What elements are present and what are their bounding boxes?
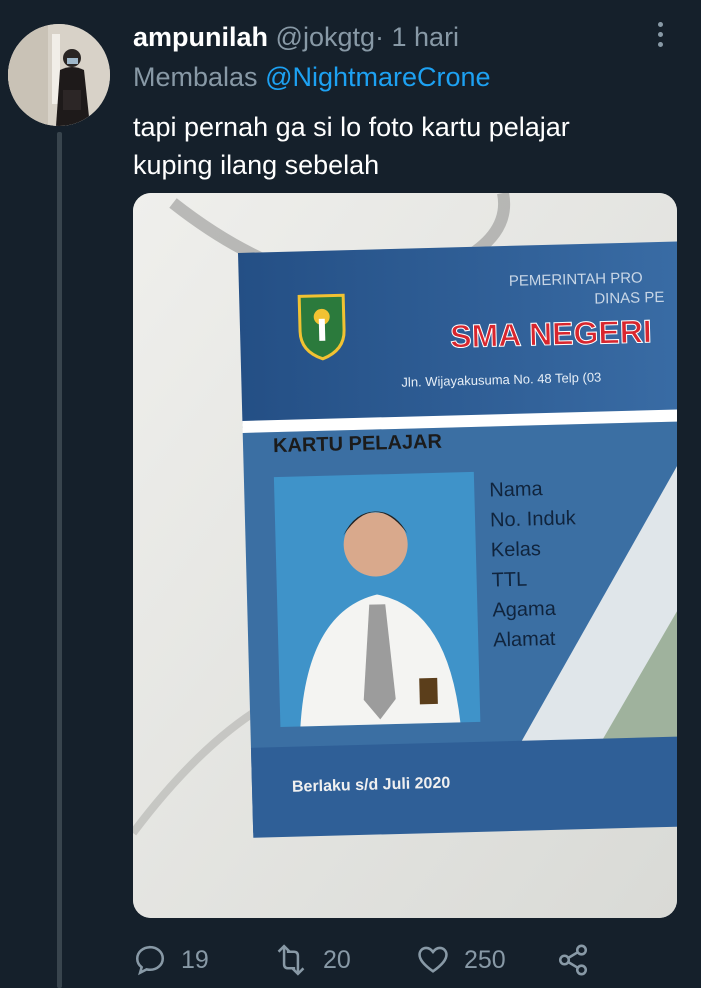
tweet-text: tapi pernah ga si lo foto kartu pelajar … <box>133 108 673 184</box>
display-name[interactable]: ampunilah <box>133 22 268 52</box>
avatar-image <box>8 24 110 126</box>
tweet-header: ampunilah @jokgtg· 1 hari <box>133 20 459 54</box>
like-count: 250 <box>464 945 506 974</box>
card-title: KARTU PELAJAR <box>273 431 443 457</box>
field-label: TTL <box>491 569 527 592</box>
field-label: Agama <box>492 598 557 622</box>
field-label: Kelas <box>491 538 542 561</box>
thread-line <box>57 132 62 988</box>
school-name: SMA NEGERI <box>450 313 652 354</box>
replying-to: Membalas @NightmareCrone <box>133 60 491 94</box>
tweet-text-line: tapi pernah ga si lo foto kartu pelajar <box>133 112 570 142</box>
retweet-icon <box>277 944 305 976</box>
more-icon[interactable] <box>649 22 671 52</box>
student-card-photo: PEMERINTAH PRO DINAS PE SMA NEGERI Jln. … <box>133 193 677 918</box>
gov-line-2: DINAS PE <box>594 289 664 308</box>
coat-of-arms-icon <box>297 293 346 361</box>
user-handle[interactable]: @jokgtg <box>276 22 375 52</box>
reply-count: 19 <box>181 945 209 974</box>
avatar[interactable] <box>8 24 110 126</box>
separator-dot: · <box>375 22 384 52</box>
like-icon <box>418 946 448 973</box>
tweet-reply: ampunilah @jokgtg· 1 hari Membalas @Nigh… <box>0 0 701 988</box>
timestamp[interactable]: 1 hari <box>392 22 460 52</box>
tweet-media-photo[interactable]: PEMERINTAH PRO DINAS PE SMA NEGERI Jln. … <box>133 193 677 918</box>
reply-button[interactable]: 19 <box>133 938 209 982</box>
retweet-count: 20 <box>323 945 351 974</box>
share-icon <box>558 944 588 976</box>
replying-to-label: Membalas <box>133 62 258 92</box>
mention-link[interactable]: @NightmareCrone <box>265 62 491 92</box>
field-label: Nama <box>489 478 544 501</box>
field-label: No. Induk <box>490 507 577 531</box>
tweet-text-line: kuping ilang sebelah <box>133 150 380 180</box>
retweet-button[interactable]: 20 <box>273 938 351 982</box>
share-button[interactable] <box>556 938 604 982</box>
reply-icon <box>135 945 165 976</box>
field-label: Alamat <box>493 628 556 652</box>
tweet-actions: 19 20 250 <box>133 938 673 982</box>
gov-line-1: PEMERINTAH PRO <box>509 269 643 289</box>
like-button[interactable]: 250 <box>416 938 506 982</box>
